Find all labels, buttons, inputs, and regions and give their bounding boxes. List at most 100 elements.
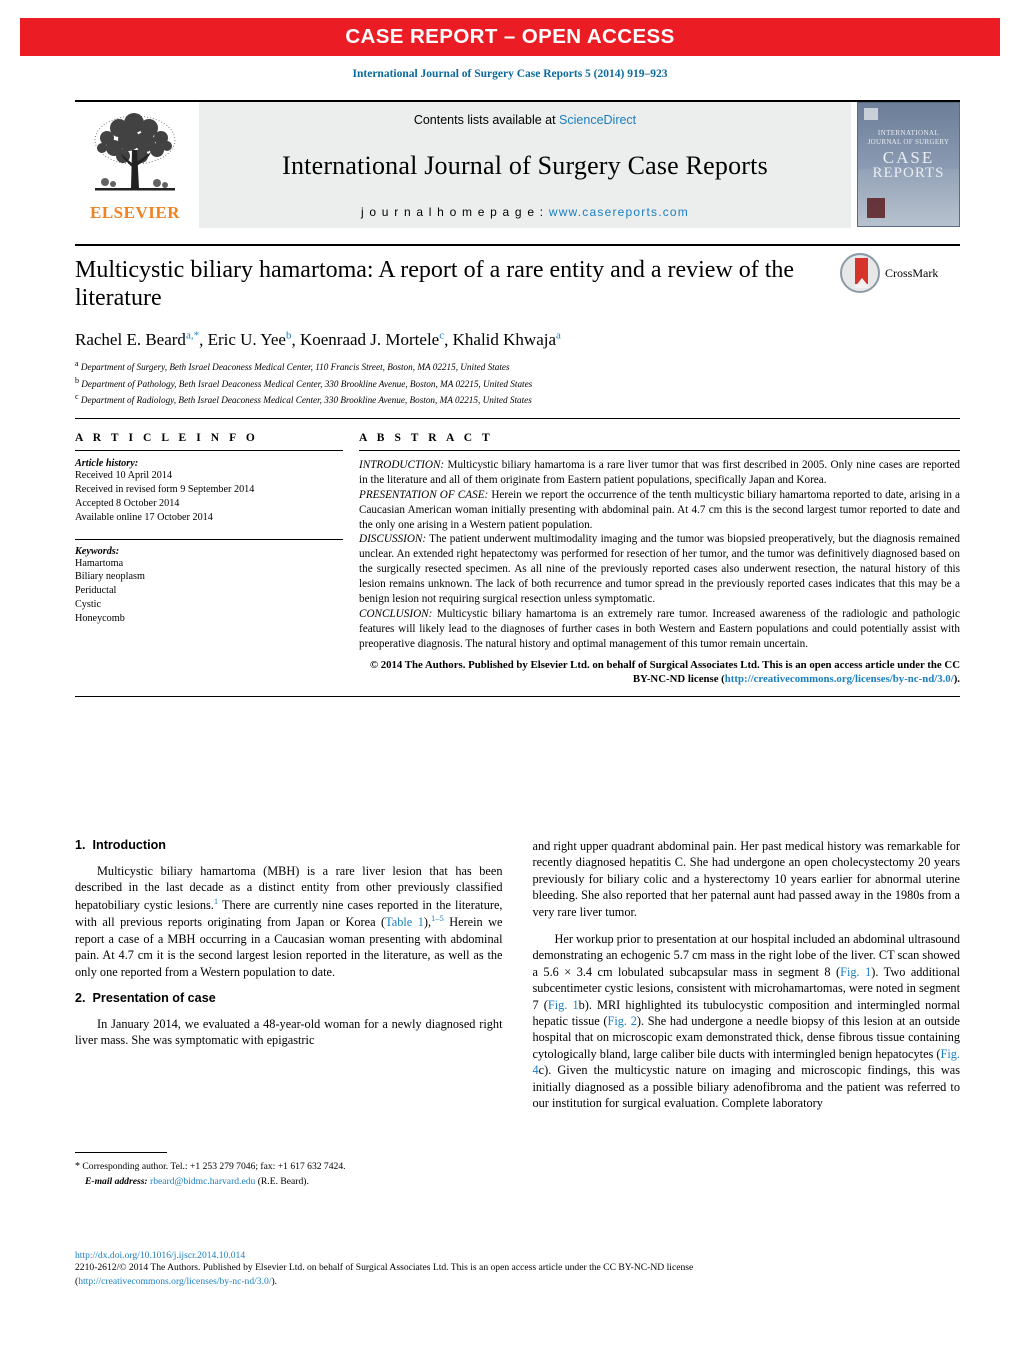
keywords-label: Keywords:: [75, 545, 120, 557]
elsevier-tree-icon: [87, 110, 183, 202]
elsevier-wordmark: ELSEVIER: [90, 203, 180, 222]
footer-license-line: (http://creativecommons.org/licenses/by-…: [75, 1275, 960, 1289]
abstract-section: PRESENTATION OF CASE: Herein we report t…: [359, 488, 960, 533]
title-block: CrossMark Multicystic biliary hamartoma:…: [75, 244, 960, 407]
section-heading-presentation: 2. Presentation of case: [75, 991, 503, 1005]
cover-line-2: JOURNAL OF SURGERY: [867, 137, 950, 146]
crossmark-badge[interactable]: CrossMark: [840, 250, 960, 296]
article-history-item: Received in revised form 9 September 201…: [75, 483, 255, 495]
article-history-item: Received 10 April 2014: [75, 470, 173, 481]
section-number: 1.: [75, 838, 86, 852]
author-sep: ,: [291, 330, 300, 350]
author-sep: ,: [444, 330, 453, 350]
footer-copyright: 2210-2612/© 2014 The Authors. Published …: [75, 1262, 694, 1273]
citation-ref[interactable]: 1–5: [431, 913, 444, 923]
paragraph-presentation: In January 2014, we evaluated a 48-year-…: [75, 1017, 503, 1048]
affiliation-item: b Department of Pathology, Beth Israel D…: [75, 375, 960, 391]
body-right-column: and right upper quadrant abdominal pain.…: [533, 838, 961, 1238]
abstract-section-label: CONCLUSION:: [359, 607, 433, 620]
author-item[interactable]: Rachel E. Bearda,*: [75, 329, 200, 350]
affiliation-mark: b: [75, 375, 79, 385]
footnote-corresponding: * Corresponding author. Tel.: +1 253 279…: [75, 1160, 503, 1175]
keyword-item: Periductal: [75, 585, 117, 597]
keyword-item: Biliary neoplasm: [75, 571, 145, 583]
license-close-paren: ).: [271, 1276, 278, 1288]
author-name: Khalid Khwaja: [452, 330, 557, 350]
section-title: Presentation of case: [92, 991, 216, 1006]
fig-2-link[interactable]: Fig. 2: [608, 1014, 637, 1028]
fig-1b-link[interactable]: Fig. 1: [548, 998, 579, 1012]
affiliation-list: a Department of Surgery, Beth Israel Dea…: [75, 358, 960, 407]
author-item[interactable]: Koenraad J. Mortelec: [299, 330, 444, 350]
abstract-column: A B S T R A C T INTRODUCTION: Multicysti…: [359, 432, 960, 686]
journal-homepage-line: j o u r n a l h o m e p a g e : www.case…: [361, 205, 689, 219]
email-author: (R.E. Beard).: [255, 1175, 309, 1187]
corresponding-author-footnote: * Corresponding author. Tel.: +1 253 279…: [75, 1152, 503, 1188]
cover-line-1: INTERNATIONAL: [877, 129, 940, 138]
affiliation-text: Department of Pathology, Beth Israel Dea…: [81, 378, 533, 389]
page-title: Multicystic biliary hamartoma: A report …: [75, 257, 795, 311]
article-history-item: Accepted 8 October 2014: [75, 497, 180, 509]
abstract-section-label: INTRODUCTION:: [359, 459, 445, 471]
keyword-item: Hamartoma: [75, 557, 124, 569]
info-abstract-area: A R T I C L E I N F O Article history: R…: [75, 418, 960, 698]
crossmark-label: CrossMark: [885, 265, 939, 280]
abstract-section: CONCLUSION: Multicystic biliary hamartom…: [359, 607, 960, 652]
para-text: c). Given the multicystic nature on imag…: [532, 1063, 961, 1111]
abstract-section-text: Multicystic biliary hamartoma is an extr…: [359, 607, 960, 650]
page-footer: http://dx.doi.org/10.1016/j.ijscr.2014.1…: [75, 1250, 960, 1290]
footer-cc-license-link[interactable]: http://creativecommons.org/licenses/by-n…: [78, 1276, 271, 1287]
abstract-rule: [359, 450, 960, 451]
affiliation-text: Department of Radiology, Beth Israel Dea…: [80, 395, 532, 405]
fig-1-link[interactable]: Fig. 1: [840, 965, 871, 979]
journal-cover-thumbnail: INTERNATIONAL JOURNAL OF SURGERY CASE RE…: [857, 102, 960, 227]
author-list: Rachel E. Bearda,*, Eric U. Yeeb, Koenra…: [75, 330, 960, 351]
homepage-prefix: j o u r n a l h o m e p a g e :: [361, 205, 549, 219]
article-info-column: A R T I C L E I N F O Article history: R…: [75, 432, 343, 686]
footnote-email-line: E-mail address: rbeard@bidmc.harvard.edu…: [75, 1175, 503, 1189]
contents-prefix: Contents lists available at: [413, 113, 560, 127]
keywords-rule: [75, 538, 343, 540]
open-access-banner: CASE REPORT – OPEN ACCESS: [20, 18, 1000, 56]
paragraph-workup: Her workup prior to presentation at our …: [533, 931, 961, 1111]
cover-line-4: REPORTS: [872, 164, 945, 181]
cover-line-3: CASE: [882, 147, 935, 167]
article-info-heading: A R T I C L E I N F O: [75, 432, 259, 444]
title-top-rule: [75, 244, 960, 246]
copyright-tail: ).: [953, 673, 960, 686]
sciencedirect-link[interactable]: ScienceDirect: [559, 113, 636, 127]
affiliation-item: c Department of Radiology, Beth Israel D…: [75, 391, 960, 407]
doi-link[interactable]: http://dx.doi.org/10.1016/j.ijscr.2014.1…: [75, 1250, 960, 1261]
cover-emblem: [867, 198, 885, 218]
email-link[interactable]: rbeard@bidmc.harvard.edu: [150, 1176, 255, 1187]
cover-elsevier-mark: [864, 108, 878, 120]
cc-license-link[interactable]: http://creativecommons.org/licenses/by-n…: [725, 673, 954, 685]
affiliation-text: Department of Surgery, Beth Israel Deaco…: [80, 362, 510, 373]
author-item[interactable]: Eric U. Yeeb: [208, 330, 292, 350]
abstract-section-text: The patient underwent multimodality imag…: [359, 533, 960, 606]
journal-homepage-link[interactable]: www.casereports.com: [549, 205, 689, 219]
abstract-section: INTRODUCTION: Multicystic biliary hamart…: [359, 458, 960, 488]
author-item[interactable]: Khalid Khwajaa: [452, 330, 561, 350]
paragraph-intro: Multicystic biliary hamartoma (MBH) is a…: [75, 863, 503, 980]
journal-reference: International Journal of Surgery Case Re…: [352, 68, 668, 80]
abstract-heading: A B S T R A C T: [359, 432, 494, 444]
info-top-rule: [75, 418, 960, 419]
journal-title: International Journal of Surgery Case Re…: [282, 151, 768, 180]
author-marks: a,*: [185, 329, 200, 342]
banner-label: CASE REPORT – OPEN ACCESS: [345, 25, 675, 48]
article-history-item: Available online 17 October 2014: [75, 511, 213, 523]
masthead-center: Contents lists available at ScienceDirec…: [199, 102, 851, 228]
author-name: Rachel E. Beard: [75, 330, 186, 350]
keywords-block: Keywords: Hamartoma Biliary neoplasm Per…: [75, 538, 343, 626]
section-title: Introduction: [92, 838, 166, 852]
abstract-section-label: PRESENTATION OF CASE:: [359, 488, 489, 501]
article-history-label: Article history:: [75, 458, 139, 469]
author-name: Koenraad J. Mortele: [299, 330, 440, 350]
table-1-link[interactable]: Table 1: [385, 915, 424, 929]
abstract-bottom-rule: [75, 696, 960, 698]
affiliation-mark: c: [75, 391, 79, 401]
author-sep: ,: [199, 330, 208, 350]
keyword-item: Honeycomb: [75, 613, 125, 624]
section-heading-introduction: 1. Introduction: [75, 838, 503, 852]
